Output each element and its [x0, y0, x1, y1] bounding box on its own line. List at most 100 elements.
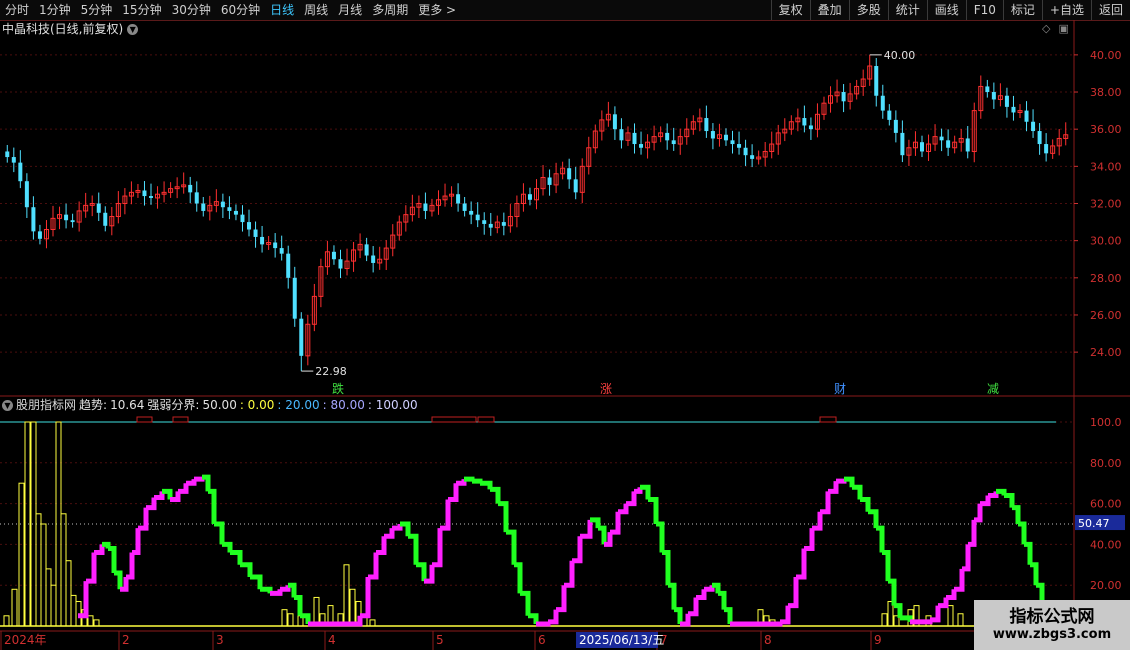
trend-segment [962, 544, 971, 572]
action-button-5[interactable]: F10 [965, 0, 1003, 20]
trend-segment [202, 474, 211, 492]
candle-body [253, 229, 258, 237]
volume-bar [70, 594, 77, 627]
trend-segment [828, 481, 839, 494]
trend-segment [154, 491, 165, 500]
period-tab-4[interactable]: 30分钟 [167, 0, 216, 20]
trend-segment [688, 597, 699, 617]
trend-segment [138, 507, 149, 531]
action-button-7[interactable]: +自选 [1041, 0, 1091, 20]
candle-body [70, 220, 75, 223]
period-tab-6[interactable]: 日线 [265, 0, 299, 20]
candle-body [37, 231, 42, 239]
candle-body [665, 132, 670, 141]
candle-body [704, 118, 709, 132]
candle-body [18, 162, 23, 182]
chart-canvas[interactable]: 40.00 38.00 36.00 34.00 32.00 30.00 28.00 26.00… [0, 20, 1130, 650]
volume-bar [11, 588, 18, 627]
candle-body [612, 114, 617, 130]
period-tab-8[interactable]: 月线 [333, 0, 367, 20]
period-tab-5[interactable]: 60分钟 [216, 0, 265, 20]
trend-segment [416, 562, 427, 582]
trend-segment [656, 521, 665, 553]
volume-bar [87, 615, 94, 627]
ind-tick-label: 40.00 [1090, 538, 1122, 551]
candle-body [64, 214, 69, 221]
volume-bar [30, 421, 37, 627]
action-button-1[interactable]: 叠加 [809, 0, 849, 20]
price-tick-label: 26.00 [1090, 309, 1122, 322]
time-label-3: 4 [328, 633, 336, 647]
trend-segment [988, 491, 999, 498]
trend-segment [598, 525, 607, 545]
candle-body [946, 140, 951, 148]
candle-body [737, 144, 742, 148]
candle-body [227, 207, 232, 211]
volume-bar [3, 615, 10, 627]
candle-body [874, 66, 879, 96]
trend-segment [456, 479, 467, 486]
trend-segment [240, 562, 253, 578]
volume-bar [93, 619, 100, 627]
price-tick-label: 30.00 [1090, 235, 1122, 248]
candle-body [273, 242, 278, 249]
action-button-3[interactable]: 统计 [887, 0, 927, 20]
action-button-6[interactable]: 标记 [1002, 0, 1042, 20]
low-label: 22.98 [315, 365, 347, 378]
action-button-8[interactable]: 返回 [1090, 0, 1130, 20]
period-tab-1[interactable]: 1分钟 [34, 0, 76, 20]
trend-segment [408, 533, 419, 565]
trend-segment [718, 590, 727, 610]
period-tab-9[interactable]: 多周期 [367, 0, 413, 20]
trend-segment [974, 503, 983, 523]
candle-body [919, 142, 924, 152]
candle-body [194, 192, 199, 204]
ind-tick-label: 60.00 [1090, 498, 1122, 511]
period-toolbar: 分时 1分钟 5分钟 15分钟 30分钟 60分钟 日线 周线 月线 多周期 更多 > 复权 叠加 多股… [0, 0, 1130, 21]
trend-segment [222, 541, 233, 553]
trend-segment [94, 544, 105, 556]
volume-bar [40, 523, 47, 627]
candle-body [11, 157, 16, 163]
trend-segment [674, 607, 683, 624]
candle-body [331, 251, 336, 260]
trend-segment [1024, 541, 1033, 565]
action-button-0[interactable]: 复权 [770, 0, 810, 20]
candle-body [750, 155, 755, 159]
candle-body [24, 181, 29, 208]
trend-segment [514, 562, 523, 594]
trend-segment [876, 525, 885, 553]
trend-segment [108, 545, 117, 573]
trend-segment [780, 605, 791, 625]
candle-body [671, 140, 676, 145]
period-tab-2[interactable]: 5分钟 [76, 0, 118, 20]
trend-segment [1012, 505, 1021, 524]
trend-segment [556, 585, 567, 613]
candle-body [456, 194, 461, 204]
time-label-4: 5 [436, 633, 444, 647]
volume-bar [957, 613, 964, 627]
trend-segment [86, 552, 97, 584]
candle-body [743, 147, 748, 156]
candle-body [1004, 95, 1009, 107]
trend-segment [1030, 562, 1039, 586]
candle-body [893, 119, 898, 133]
watermark-url: www.zbgs3.com [992, 627, 1112, 642]
time-label-8: 9 [874, 633, 882, 647]
trend-segment [300, 613, 311, 624]
candle-body [364, 244, 369, 256]
period-tab-10[interactable]: 更多 > [413, 0, 461, 20]
action-button-4[interactable]: 画线 [926, 0, 966, 20]
trend-segment [1004, 492, 1015, 508]
action-button-2[interactable]: 多股 [848, 0, 888, 20]
signal-label-0: 跌 [332, 381, 344, 396]
candle-body [233, 210, 238, 215]
period-tab-3[interactable]: 15分钟 [117, 0, 166, 20]
price-tick-label: 34.00 [1090, 160, 1122, 173]
candle-body [142, 190, 147, 197]
period-tab-7[interactable]: 周线 [299, 0, 333, 20]
period-tab-0[interactable]: 分时 [0, 0, 34, 20]
volume-bar [50, 584, 57, 627]
trend-segment [392, 524, 403, 531]
volume-bar [881, 613, 888, 627]
